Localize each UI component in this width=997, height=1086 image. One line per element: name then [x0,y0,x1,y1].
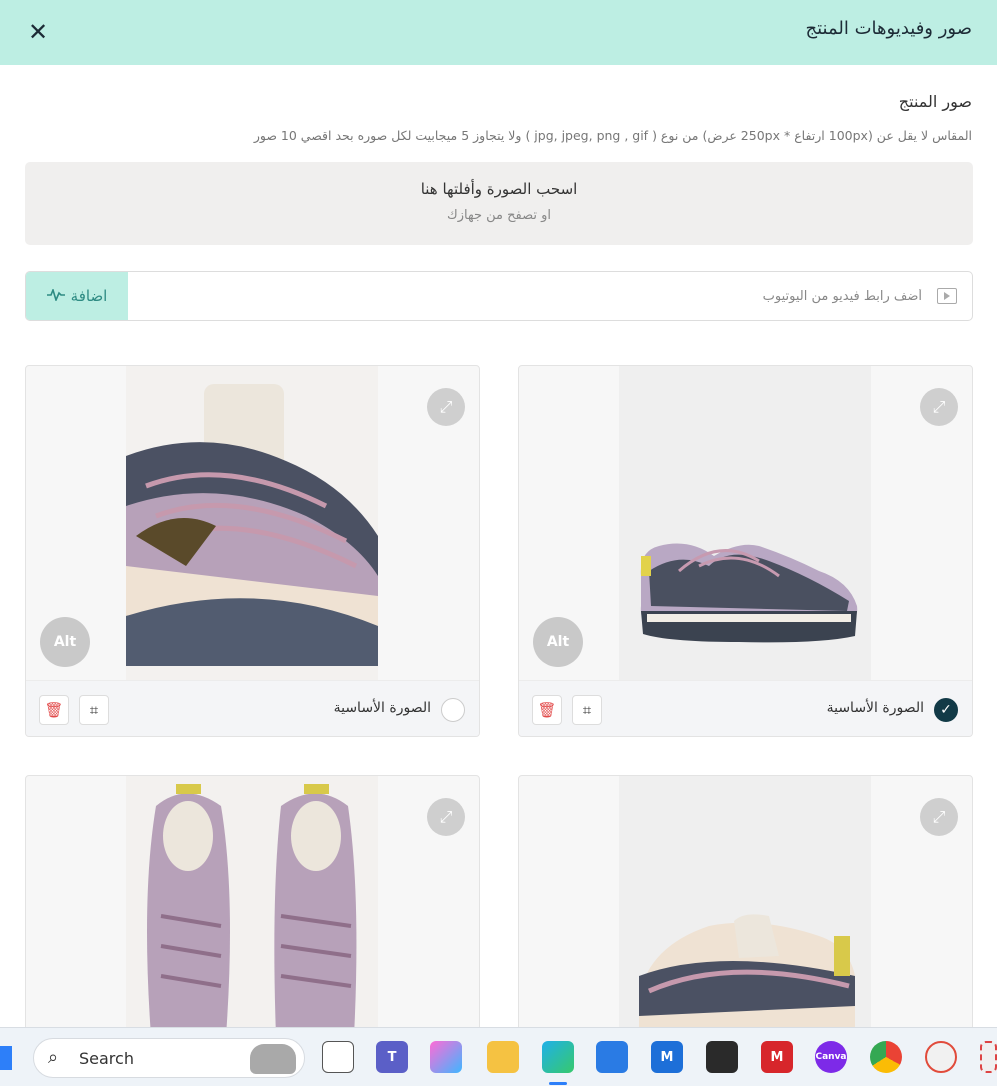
main-image-label: الصورة الأساسية [826,700,924,716]
edge-icon[interactable] [542,1041,574,1073]
search-icon: ⌕ [48,1047,59,1068]
card-footer: ✓ الصورة الأساسية ⌗ 🗑 [519,680,972,736]
trash-icon[interactable]: 🗑 [532,695,562,725]
crop-icon[interactable]: ⌗ [79,695,109,725]
image-card-main: ⤢ Alt ✓ الصورة الأساسية ⌗ 🗑 [518,365,973,737]
dropzone-browse-link[interactable]: او تصفح من جهازك [25,208,973,223]
task-view-icon[interactable] [322,1041,354,1073]
expand-icon[interactable]: ⤢ [920,798,958,836]
trash-icon[interactable]: 🗑 [39,695,69,725]
product-image-shoe-heel [619,776,871,1034]
card-footer: الصورة الأساسية ⌗ 🗑 [26,680,479,736]
crop-icon[interactable]: ⌗ [572,695,602,725]
main-image-label: الصورة الأساسية [333,700,431,716]
alt-text-button[interactable]: Alt [533,617,583,667]
teams-icon[interactable]: T [376,1041,408,1073]
product-image-shoe-top [126,776,378,1034]
video-icon [937,288,957,304]
taskbar-search[interactable]: ⌕ Search [33,1038,305,1078]
close-icon[interactable]: ✕ [24,18,52,46]
search-highlight-image [250,1044,296,1074]
expand-icon[interactable]: ⤢ [920,388,958,426]
windows-start-icon[interactable] [0,1046,12,1070]
main-image-radio[interactable] [441,698,465,722]
image-card-secondary: ⤢ Alt الصورة الأساسية ⌗ 🗑 [25,365,480,737]
windows-taskbar: ⌕ Search T M M Canva [0,1027,997,1086]
app-ball-icon[interactable] [925,1041,957,1073]
image-card-3: ⤢ [518,775,973,1035]
myasus-icon[interactable]: M [651,1041,683,1073]
app-dark-icon[interactable] [706,1041,738,1073]
add-video-label: اضافة [70,287,108,305]
image-dropzone[interactable]: اسحب الصورة وأفلتها هنا او تصفح من جهازك [25,162,973,245]
expand-icon[interactable]: ⤢ [427,798,465,836]
mcafee-icon[interactable]: M [761,1041,793,1073]
chrome-icon[interactable] [870,1041,902,1073]
copilot-icon[interactable] [430,1041,462,1073]
section-title: صور المنتج [898,92,972,111]
alt-text-button[interactable]: Alt [40,617,90,667]
taskbar-search-label: Search [79,1049,134,1068]
product-image-shoe-closeup [126,366,378,680]
modal-header: ✕ صور وفيديوهات المنتج [0,0,997,65]
active-app-indicator [549,1082,567,1085]
video-url-input[interactable] [136,272,922,320]
file-explorer-icon[interactable] [487,1041,519,1073]
store-icon[interactable] [596,1041,628,1073]
image-card-4: ⤢ [25,775,480,1035]
upload-hint: المقاس لا يقل عن (100px ارتفاع * 250px ع… [253,128,972,143]
snipping-tool-icon[interactable] [980,1041,997,1073]
video-url-row: اضافة [25,271,973,321]
dropzone-title: اسحب الصورة وأفلتها هنا [420,180,578,198]
expand-icon[interactable]: ⤢ [427,388,465,426]
activity-icon [46,287,65,305]
product-image-shoe-side [619,366,871,680]
main-image-radio[interactable]: ✓ [934,698,958,722]
canva-icon[interactable]: Canva [815,1041,847,1073]
add-video-button[interactable]: اضافة [26,272,128,320]
modal-title: صور وفيديوهات المنتج [805,18,973,39]
